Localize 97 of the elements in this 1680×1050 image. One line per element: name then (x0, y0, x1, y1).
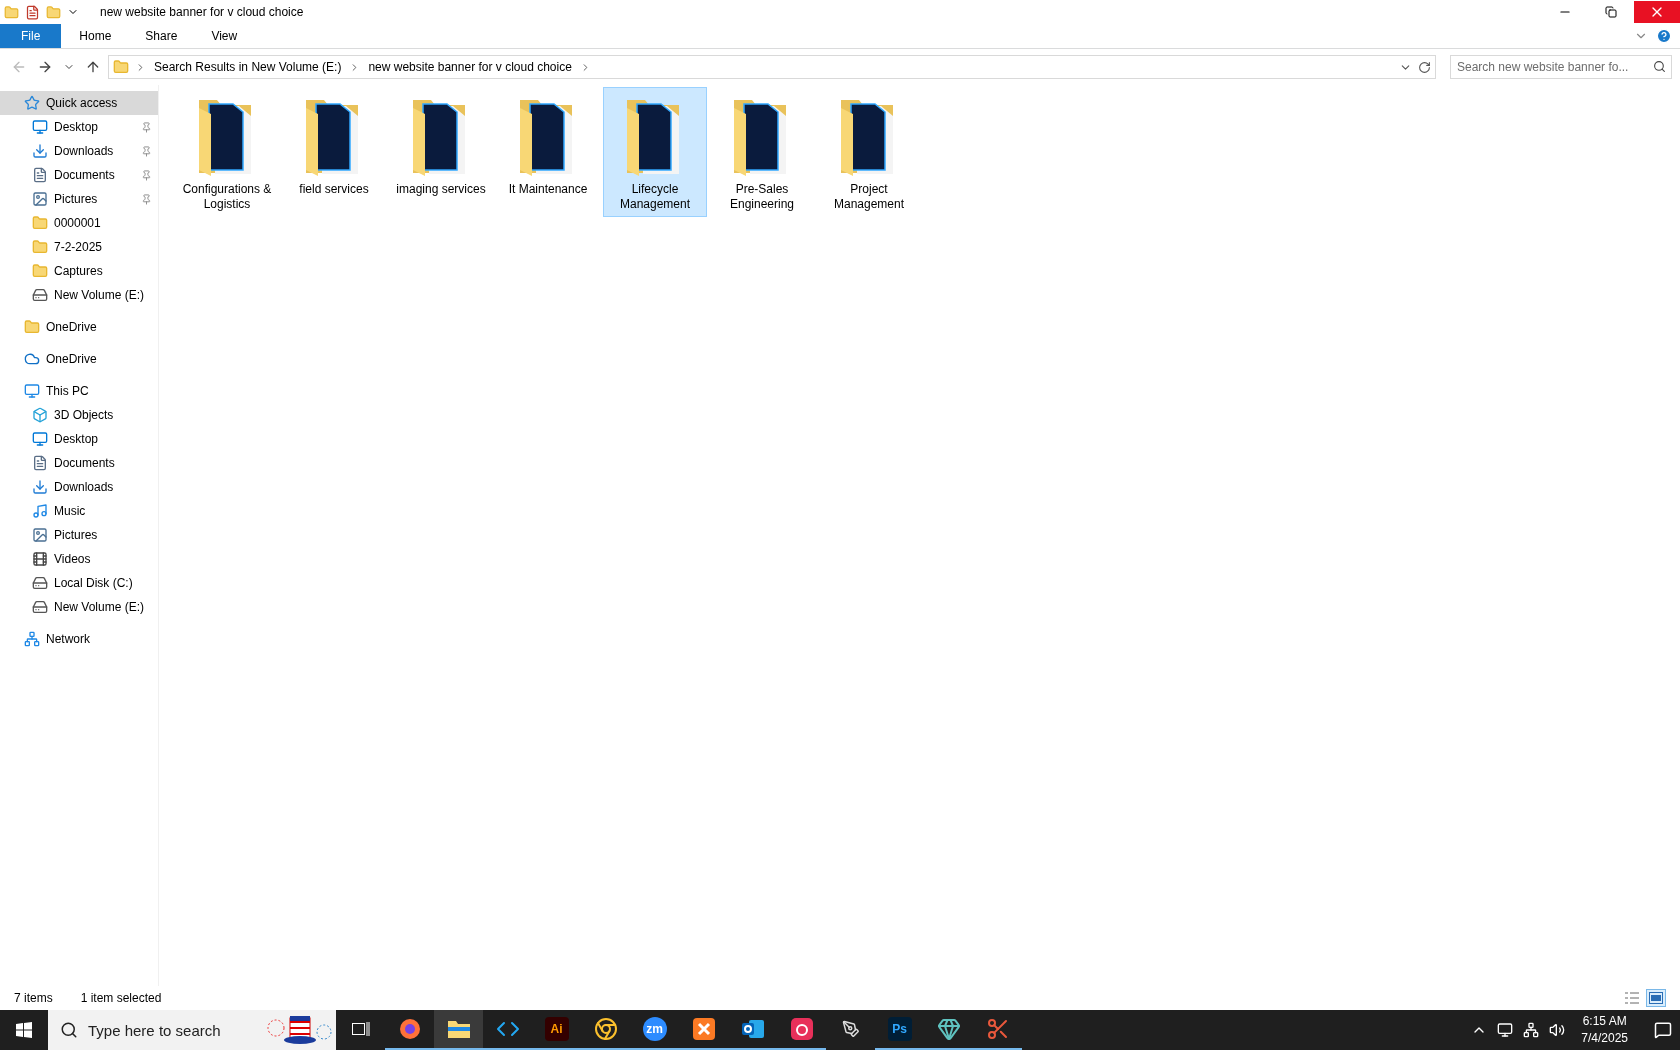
taskbar-app[interactable]: Ai (532, 1010, 581, 1050)
desktop-icon (32, 431, 48, 447)
pictures-icon (32, 191, 48, 207)
notifications-icon[interactable] (1654, 1021, 1672, 1039)
mail-logo-icon (740, 1017, 765, 1041)
restore-icon (1605, 6, 1617, 18)
list-icon (1625, 992, 1639, 1004)
nav-item[interactable]: Local Disk (C:) (0, 571, 158, 595)
task-view-icon (351, 1021, 370, 1037)
taskbar-app[interactable] (434, 1010, 483, 1050)
gem-icon (936, 1017, 961, 1041)
nav-item[interactable]: Videos (0, 547, 158, 571)
nav-item[interactable]: This PC (0, 379, 158, 403)
desktop-icon (32, 119, 48, 135)
folder-item[interactable]: field services (282, 87, 386, 217)
folder-icon (24, 319, 40, 335)
folder-item[interactable]: imaging services (389, 87, 493, 217)
nav-item[interactable]: Documents (0, 163, 158, 187)
refresh-icon[interactable] (1418, 60, 1431, 74)
picture-icon (1649, 992, 1663, 1004)
volume-icon[interactable] (1549, 1022, 1566, 1038)
properties-icon[interactable] (25, 4, 40, 20)
music-icon (32, 503, 48, 519)
nav-item[interactable]: 3D Objects (0, 403, 158, 427)
nav-item[interactable]: Network (0, 627, 158, 651)
nav-item[interactable]: OneDrive (0, 315, 158, 339)
drive-icon (32, 599, 48, 615)
folder-icon (32, 239, 48, 255)
item-count: 7 items (14, 991, 53, 1005)
breadcrumb[interactable]: new website banner for v cloud choice (366, 60, 574, 74)
nav-item[interactable]: 7-2-2025 (0, 235, 158, 259)
nav-item[interactable]: Quick access (0, 91, 158, 115)
help-icon[interactable] (1656, 28, 1672, 44)
folder-item[interactable]: Project Management (817, 87, 921, 217)
address-bar[interactable]: Search Results in New Volume (E:) new website banner for v cloud choice (108, 55, 1436, 79)
nav-item[interactable]: Desktop (0, 427, 158, 451)
browser-logo-icon (593, 1017, 618, 1041)
app-logo-icon: zm (642, 1017, 667, 1041)
breadcrumb[interactable]: Search Results in New Volume (E:) (152, 60, 344, 74)
ribbon-tab[interactable]: Share (131, 24, 192, 48)
nav-item[interactable]: Music (0, 499, 158, 523)
document-icon (32, 455, 48, 471)
folder-item[interactable]: Lifecycle Management (603, 87, 707, 217)
nav-item[interactable]: Pictures (0, 523, 158, 547)
nav-item[interactable]: Documents (0, 451, 158, 475)
nav-item[interactable]: Downloads (0, 475, 158, 499)
taskbar-app[interactable]: Ps (875, 1010, 924, 1050)
computer-icon (24, 383, 40, 399)
nav-item[interactable]: Downloads (0, 139, 158, 163)
folder-icon (4, 4, 19, 20)
app-logo-icon: Ai (544, 1017, 569, 1041)
network-icon[interactable] (1523, 1022, 1540, 1038)
search-icon (60, 1021, 78, 1039)
drive-icon (32, 287, 48, 303)
cloud-app-icon (789, 1017, 814, 1041)
search-field[interactable]: Search new website banner fo... (1450, 55, 1672, 79)
monitor-icon[interactable] (1497, 1022, 1514, 1038)
network-icon (24, 631, 40, 647)
clock[interactable]: 6:15 AM 7/4/2025 (1575, 1013, 1634, 1047)
ribbon-tab[interactable]: Home (65, 24, 126, 48)
pictures-icon (32, 527, 48, 543)
folder-icon (32, 263, 48, 279)
nav-item[interactable]: OneDrive (0, 347, 158, 371)
nav-item[interactable]: New Volume (E:) (0, 595, 158, 619)
nav-item[interactable]: Desktop (0, 115, 158, 139)
app-logo-icon (691, 1017, 716, 1041)
forward-arrow-icon (37, 59, 53, 75)
drive-icon (32, 575, 48, 591)
folder-icon (113, 59, 129, 75)
nav-item[interactable]: Pictures (0, 187, 158, 211)
cloud-icon (24, 351, 40, 367)
folder-item[interactable]: It Maintenance (496, 87, 600, 217)
windows-logo-icon (16, 1022, 32, 1038)
fox-logo-icon (397, 1017, 422, 1041)
folder-icon (446, 1019, 471, 1039)
ribbon-tab[interactable]: View (197, 24, 252, 48)
taskbar-search-field[interactable]: Type here to search (48, 1010, 336, 1050)
folder-item[interactable]: Configurations & Logistics (175, 87, 279, 217)
film-icon (32, 551, 48, 567)
document-icon (32, 167, 48, 183)
scissors-icon (985, 1017, 1010, 1041)
selection-count: 1 item selected (80, 991, 162, 1005)
nav-item[interactable]: 0000001 (0, 211, 158, 235)
ribbon-tab[interactable]: File (0, 24, 62, 48)
download-icon (32, 479, 48, 495)
search-icon (1653, 60, 1666, 73)
nav-item[interactable]: New Volume (E:) (0, 283, 158, 307)
folder-icon (32, 215, 48, 231)
nav-item[interactable]: Captures (0, 259, 158, 283)
star-icon (24, 95, 40, 111)
cube-icon (32, 407, 48, 423)
download-icon (32, 143, 48, 159)
large-icons-view-button[interactable] (1646, 989, 1666, 1007)
pen-icon (841, 1020, 860, 1038)
app-logo-icon: Ps (887, 1017, 912, 1041)
window-title: new website banner for v cloud choice (100, 5, 305, 19)
folder-item[interactable]: Pre-Sales Engineering (710, 87, 814, 217)
